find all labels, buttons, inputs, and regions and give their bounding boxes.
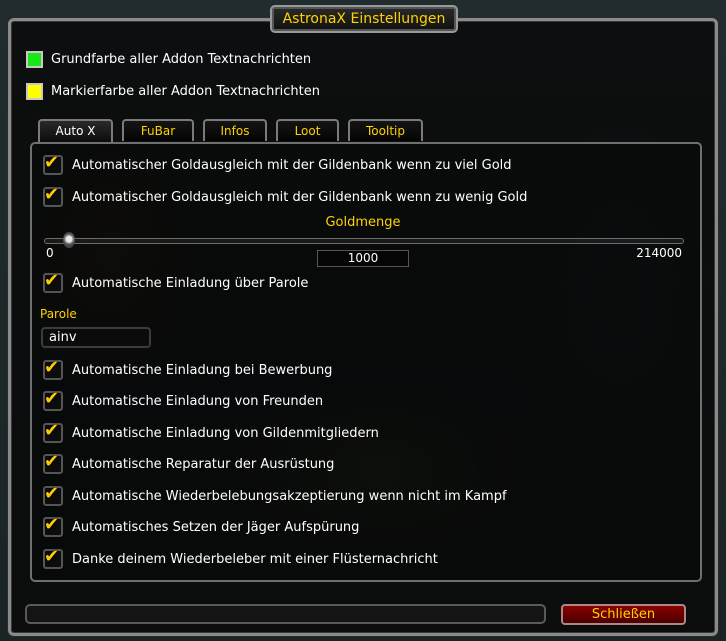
close-button[interactable]: Schließen	[561, 604, 686, 625]
highlight-color-label: Markierfarbe aller Addon Textnachrichten	[51, 83, 321, 99]
slider-title: Goldmenge	[325, 215, 401, 230]
option-auto-resurrect[interactable]: ✔ Automatische Wiederbelebungsakzeptieru…	[43, 483, 507, 508]
parole-input[interactable]: ainv	[41, 327, 151, 348]
checkmark-icon: ✔	[44, 546, 60, 567]
slider-max-label: 214000	[636, 246, 682, 260]
option-auto-repair[interactable]: ✔ Automatische Reparatur der Ausrüstung	[43, 451, 335, 476]
base-color-swatch[interactable]	[26, 50, 43, 68]
option-hunter-tracking[interactable]: ✔ Automatisches Setzen der Jäger Aufspür…	[43, 514, 360, 539]
gold-slider-track[interactable]	[44, 238, 684, 244]
option-label: Automatische Einladung von Freunden	[72, 393, 324, 409]
gold-slider-thumb[interactable]	[62, 232, 75, 248]
option-thank-resurrector[interactable]: ✔ Danke deinem Wiederbeleber mit einer F…	[43, 546, 438, 571]
checkbox[interactable]: ✔	[43, 152, 63, 175]
checkmark-icon: ✔	[44, 514, 60, 535]
option-label: Automatische Einladung bei Bewerbung	[72, 362, 333, 378]
option-label: Automatisches Setzen der Jäger Aufspürun…	[72, 519, 360, 535]
checkbox[interactable]: ✔	[43, 546, 63, 569]
checkbox[interactable]: ✔	[43, 357, 63, 380]
tab-loot[interactable]: Loot	[276, 119, 339, 141]
option-invite-guild[interactable]: ✔ Automatische Einladung von Gildenmitgl…	[43, 420, 379, 445]
tab-tooltip[interactable]: Tooltip	[348, 119, 423, 141]
window-title[interactable]: AstronaX Einstellungen	[270, 5, 458, 33]
option-label: Automatische Einladung von Gildenmitglie…	[72, 425, 379, 441]
checkmark-icon: ✔	[44, 451, 60, 472]
option-label: Automatischer Goldausgleich mit der Gild…	[72, 189, 528, 205]
checkmark-icon: ✔	[44, 420, 60, 441]
base-color-label: Grundfarbe aller Addon Textnachrichten	[51, 51, 312, 67]
option-invite-application[interactable]: ✔ Automatische Einladung bei Bewerbung	[43, 357, 333, 382]
checkbox[interactable]: ✔	[43, 420, 63, 443]
checkmark-icon: ✔	[44, 270, 60, 291]
checkbox[interactable]: ✔	[43, 270, 63, 293]
tab-bar: Auto X FuBar Infos Loot Tooltip	[38, 119, 432, 143]
option-label: Automatischer Goldausgleich mit der Gild…	[72, 157, 512, 173]
slider-value-input[interactable]: 1000	[317, 250, 409, 267]
checkmark-icon: ✔	[44, 184, 60, 205]
checkbox[interactable]: ✔	[43, 514, 63, 537]
option-gold-too-little[interactable]: ✔ Automatischer Goldausgleich mit der Gi…	[43, 184, 528, 209]
parole-label: Parole	[40, 307, 77, 321]
checkmark-icon: ✔	[44, 483, 60, 504]
option-label: Automatische Wiederbelebungsakzeptierung…	[72, 488, 507, 504]
option-gold-too-much[interactable]: ✔ Automatischer Goldausgleich mit der Gi…	[43, 152, 512, 177]
option-label: Automatische Reparatur der Ausrüstung	[72, 456, 335, 472]
slider-min-label: 0	[46, 246, 54, 260]
status-bar	[25, 604, 546, 624]
checkmark-icon: ✔	[44, 152, 60, 173]
highlight-color-row[interactable]: Markierfarbe aller Addon Textnachrichten	[26, 80, 320, 102]
checkbox[interactable]: ✔	[43, 184, 63, 207]
option-label: Automatische Einladung über Parole	[72, 275, 309, 291]
checkbox[interactable]: ✔	[43, 483, 63, 506]
tab-infos[interactable]: Infos	[203, 119, 267, 141]
checkmark-icon: ✔	[44, 388, 60, 409]
checkmark-icon: ✔	[44, 357, 60, 378]
tab-auto-x[interactable]: Auto X	[38, 119, 113, 143]
base-color-row[interactable]: Grundfarbe aller Addon Textnachrichten	[26, 48, 311, 70]
option-invite-friends[interactable]: ✔ Automatische Einladung von Freunden	[43, 388, 324, 413]
checkbox[interactable]: ✔	[43, 388, 63, 411]
option-invite-password[interactable]: ✔ Automatische Einladung über Parole	[43, 270, 309, 295]
checkbox[interactable]: ✔	[43, 451, 63, 474]
highlight-color-swatch[interactable]	[26, 82, 43, 100]
tab-fubar[interactable]: FuBar	[122, 119, 194, 141]
option-label: Danke deinem Wiederbeleber mit einer Flü…	[72, 551, 438, 567]
